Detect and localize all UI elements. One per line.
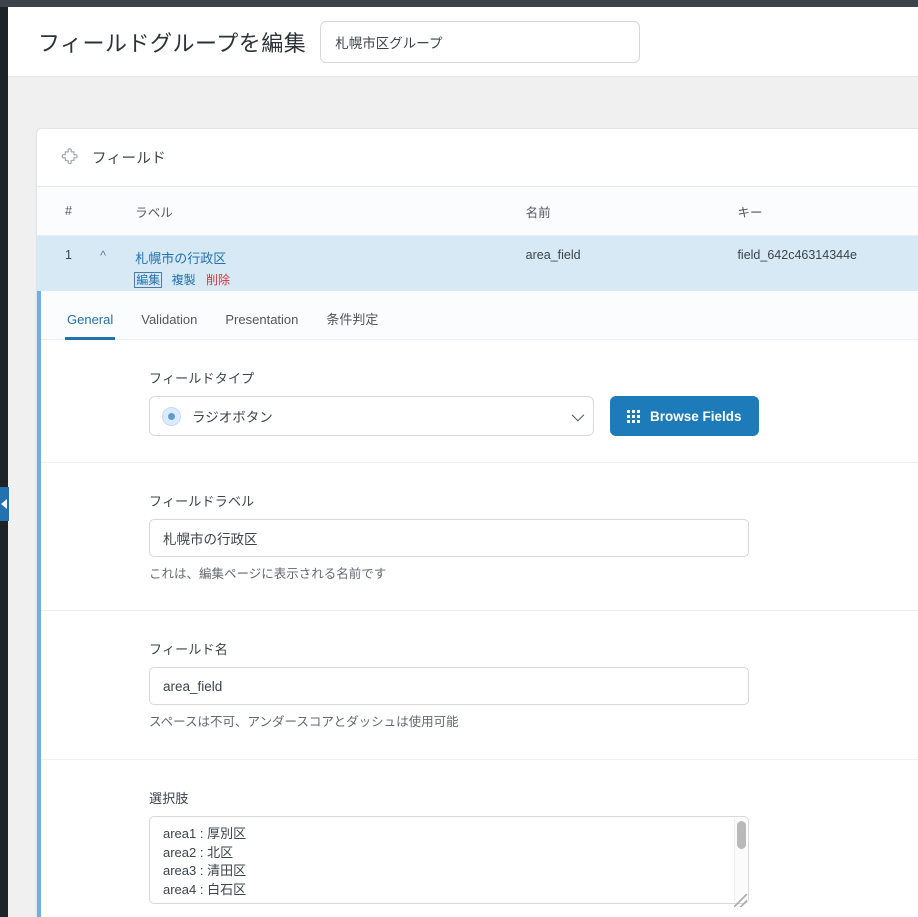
row-number: 1 [65, 248, 72, 262]
field-settings-panel: General Validation Presentation 条件判定 フィー… [37, 291, 918, 917]
field-label-section: フィールドラベル これは、編集ページに表示される名前です [41, 462, 918, 610]
field-settings-tabs: General Validation Presentation 条件判定 [41, 291, 918, 340]
row-field-key: field_642c46314344e [737, 248, 858, 262]
column-header-key: キー [737, 205, 763, 220]
fields-card-header: フィールド [37, 129, 918, 187]
field-name-help: スペースは不可、アンダースコアとダッシュは使用可能 [149, 715, 459, 730]
browse-fields-button[interactable]: Browse Fields [610, 396, 759, 436]
column-header-name: 名前 [525, 205, 551, 220]
tab-conditional[interactable]: 条件判定 [312, 313, 392, 339]
puzzle-piece-icon [61, 148, 80, 167]
choices-scrollbar-thumb[interactable] [737, 820, 746, 849]
tab-validation[interactable]: Validation [127, 313, 211, 339]
edit-field-link[interactable]: 編集 [134, 272, 163, 288]
choices-section: 選択肢 area1 : 厚別区 area2 : 北区 area3 : 清田区 a… [41, 758, 918, 917]
browse-fields-label: Browse Fields [650, 408, 742, 424]
tab-presentation[interactable]: Presentation [211, 313, 312, 339]
field-label-help: これは、編集ページに表示される名前です [149, 567, 387, 581]
admin-page: フィールドグループを編集 フィールド # ラベル 名前 キー 1 ^ [0, 0, 918, 917]
field-name-input[interactable] [149, 667, 749, 706]
choices-label: 選択肢 [149, 790, 189, 806]
table-row[interactable]: 1 ^ 札幌市の行政区 編集 複製 削除 area_field field_64… [37, 236, 918, 291]
fields-table-header: # ラベル 名前 キー [37, 187, 918, 236]
chevron-down-icon [571, 408, 585, 422]
collapse-menu-button[interactable] [0, 487, 9, 521]
field-label-link[interactable]: 札幌市の行政区 [135, 248, 525, 267]
choices-textarea[interactable]: area1 : 厚別区 area2 : 北区 area3 : 清田区 area4… [149, 815, 749, 904]
wp-admin-bar [0, 0, 918, 7]
choices-scrollbar[interactable] [734, 817, 747, 902]
row-actions: 編集 複製 削除 [134, 271, 525, 288]
field-name-label: フィールド名 [149, 642, 228, 658]
page-title: フィールドグループを編集 [38, 30, 307, 56]
row-field-name: area_field [525, 248, 581, 262]
field-name-section: フィールド名 スペースは不可、アンダースコアとダッシュは使用可能 [41, 610, 918, 758]
wp-admin-menu-sidebar [0, 7, 8, 917]
field-type-section: フィールドタイプ ラジオボタン Browse Fields [41, 340, 918, 462]
delete-field-link[interactable]: 削除 [206, 273, 230, 287]
column-header-label: ラベル [135, 205, 173, 220]
fields-card: フィールド # ラベル 名前 キー 1 ^ 札幌市の行政区 編集 複製 削除 a… [36, 128, 918, 917]
fields-card-title: フィールド [92, 151, 167, 167]
field-label-label: フィールドラベル [149, 494, 255, 509]
duplicate-field-link[interactable]: 複製 [172, 273, 196, 287]
page-header: フィールドグループを編集 [8, 7, 918, 77]
field-label-input[interactable] [149, 519, 749, 557]
textarea-resize-grip[interactable] [734, 893, 747, 907]
radio-button-icon [162, 406, 181, 426]
field-type-label: フィールドタイプ [149, 371, 255, 386]
field-type-select[interactable]: ラジオボタン [149, 396, 594, 436]
row-label-cell: 札幌市の行政区 編集 複製 削除 [134, 248, 525, 288]
chevron-up-icon[interactable]: ^ [100, 248, 135, 263]
field-type-value: ラジオボタン [192, 410, 273, 425]
grid-dots-icon [627, 409, 640, 423]
field-group-title-input[interactable] [320, 20, 641, 63]
choices-textarea-wrap: area1 : 厚別区 area2 : 北区 area3 : 清田区 area4… [149, 815, 749, 909]
tab-general[interactable]: General [53, 313, 127, 340]
column-header-number: # [65, 204, 72, 218]
